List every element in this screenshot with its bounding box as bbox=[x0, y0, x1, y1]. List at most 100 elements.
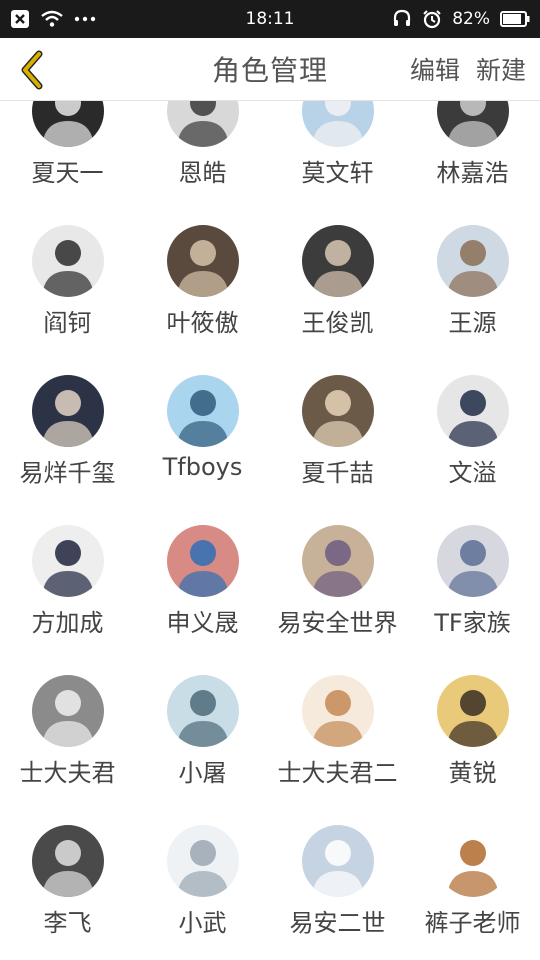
avatar-portrait-icon bbox=[31, 225, 104, 297]
role-name: 申义晟 bbox=[166, 609, 239, 637]
role-name: 文溢 bbox=[448, 459, 497, 487]
role-avatar bbox=[31, 225, 104, 297]
avatar-portrait-icon bbox=[436, 375, 509, 447]
avatar-portrait-icon bbox=[301, 825, 374, 897]
role-item[interactable]: 王俊凯 bbox=[270, 211, 405, 361]
avatar-portrait-icon bbox=[166, 375, 239, 447]
avatar-portrait-icon bbox=[166, 101, 239, 147]
header-actions: 编辑 新建 bbox=[410, 51, 526, 87]
role-item[interactable]: 夏天一 bbox=[0, 101, 135, 211]
avatar-portrait-icon bbox=[166, 225, 239, 297]
avatar-portrait-icon bbox=[436, 225, 509, 297]
role-name: 士大夫君二 bbox=[277, 759, 398, 787]
role-avatar bbox=[166, 675, 239, 747]
role-avatar bbox=[301, 525, 374, 597]
role-item[interactable]: 易烊千玺 bbox=[0, 361, 135, 511]
role-name: 恩皓 bbox=[178, 159, 227, 187]
role-item[interactable]: 士大夫君二 bbox=[270, 661, 405, 811]
role-item[interactable]: 士大夫君 bbox=[0, 661, 135, 811]
role-item[interactable]: 叶筱傲 bbox=[135, 211, 270, 361]
role-avatar bbox=[301, 675, 374, 747]
role-name: 阎钶 bbox=[43, 309, 92, 337]
role-avatar bbox=[166, 101, 239, 147]
role-avatar bbox=[31, 675, 104, 747]
role-item[interactable]: 易安二世 bbox=[270, 811, 405, 960]
role-item[interactable]: 阎钶 bbox=[0, 211, 135, 361]
role-item[interactable]: 夏千喆 bbox=[270, 361, 405, 511]
role-avatar bbox=[301, 825, 374, 897]
avatar-portrait-icon bbox=[436, 525, 509, 597]
status-right: 82% bbox=[392, 9, 530, 29]
role-item[interactable]: TF家族 bbox=[405, 511, 540, 661]
role-item[interactable]: 李飞 bbox=[0, 811, 135, 960]
role-avatar bbox=[301, 101, 374, 147]
role-name: 莫文轩 bbox=[301, 159, 374, 187]
role-item[interactable]: 申义晟 bbox=[135, 511, 270, 661]
role-item[interactable]: 莫文轩 bbox=[270, 101, 405, 211]
role-name: 林嘉浩 bbox=[436, 159, 509, 187]
avatar-portrait-icon bbox=[301, 101, 374, 147]
role-name: 李飞 bbox=[43, 909, 92, 937]
role-grid[interactable]: 夏天一 恩皓 莫文轩 林嘉浩阎钶 叶筱傲 王俊凯 王源易烊千玺 Tfboys 夏千喆 文溢方加成 申… bbox=[0, 101, 540, 960]
avatar-portrait-icon bbox=[31, 675, 104, 747]
role-item[interactable]: 裤子老师 bbox=[405, 811, 540, 960]
role-row: 易烊千玺 Tfboys 夏千喆 文溢 bbox=[0, 361, 540, 511]
close-box-icon bbox=[10, 9, 30, 29]
role-item[interactable]: Tfboys bbox=[135, 361, 270, 511]
role-item[interactable]: 文溢 bbox=[405, 361, 540, 511]
role-row: 李飞 小武 易安二世 裤子老师 bbox=[0, 811, 540, 960]
role-name: 黄锐 bbox=[448, 759, 497, 787]
avatar-portrait-icon bbox=[31, 825, 104, 897]
avatar-portrait-icon bbox=[166, 825, 239, 897]
role-item[interactable]: 恩皓 bbox=[135, 101, 270, 211]
new-button[interactable]: 新建 bbox=[476, 51, 526, 87]
role-item[interactable]: 林嘉浩 bbox=[405, 101, 540, 211]
wifi-icon bbox=[40, 10, 64, 28]
role-avatar bbox=[166, 375, 239, 447]
role-name: 王源 bbox=[448, 309, 497, 337]
role-row: 夏天一 恩皓 莫文轩 林嘉浩 bbox=[0, 101, 540, 211]
role-name: 夏千喆 bbox=[301, 459, 374, 487]
role-avatar bbox=[166, 525, 239, 597]
role-name: 裤子老师 bbox=[424, 909, 521, 937]
status-bar: 18:11 82% bbox=[0, 0, 540, 38]
avatar-portrait-icon bbox=[31, 525, 104, 597]
role-avatar bbox=[301, 375, 374, 447]
alarm-icon bbox=[422, 9, 442, 29]
role-row: 士大夫君 小屠 士大夫君二 黄锐 bbox=[0, 661, 540, 811]
role-item[interactable]: 黄锐 bbox=[405, 661, 540, 811]
role-item[interactable]: 方加成 bbox=[0, 511, 135, 661]
role-row: 方加成 申义晟 易安全世界 TF家族 bbox=[0, 511, 540, 661]
role-name: 士大夫君 bbox=[19, 759, 116, 787]
status-left bbox=[10, 9, 96, 29]
battery-icon bbox=[500, 11, 530, 27]
role-name: 易安全世界 bbox=[277, 609, 398, 637]
role-avatar bbox=[436, 225, 509, 297]
avatar-portrait-icon bbox=[166, 675, 239, 747]
avatar-portrait-icon bbox=[301, 675, 374, 747]
role-name: 方加成 bbox=[31, 609, 104, 637]
role-name: 小屠 bbox=[178, 759, 227, 787]
role-name: 王俊凯 bbox=[301, 309, 374, 337]
role-avatar bbox=[31, 825, 104, 897]
role-name: 叶筱傲 bbox=[166, 309, 239, 337]
role-item[interactable]: 小屠 bbox=[135, 661, 270, 811]
role-avatar bbox=[31, 375, 104, 447]
avatar-portrait-icon bbox=[301, 525, 374, 597]
role-item[interactable]: 王源 bbox=[405, 211, 540, 361]
avatar-portrait-icon bbox=[301, 225, 374, 297]
role-name: 易安二世 bbox=[289, 909, 386, 937]
role-avatar bbox=[436, 825, 509, 897]
role-avatar bbox=[166, 225, 239, 297]
app-header: 角色管理 编辑 新建 bbox=[0, 38, 540, 101]
role-item[interactable]: 小武 bbox=[135, 811, 270, 960]
headset-icon bbox=[392, 9, 412, 29]
role-avatar bbox=[436, 375, 509, 447]
role-name: 夏天一 bbox=[31, 159, 104, 187]
role-avatar bbox=[301, 225, 374, 297]
role-avatar bbox=[436, 101, 509, 147]
role-name: 小武 bbox=[178, 909, 227, 937]
edit-button[interactable]: 编辑 bbox=[410, 51, 460, 87]
avatar-portrait-icon bbox=[301, 375, 374, 447]
role-item[interactable]: 易安全世界 bbox=[270, 511, 405, 661]
